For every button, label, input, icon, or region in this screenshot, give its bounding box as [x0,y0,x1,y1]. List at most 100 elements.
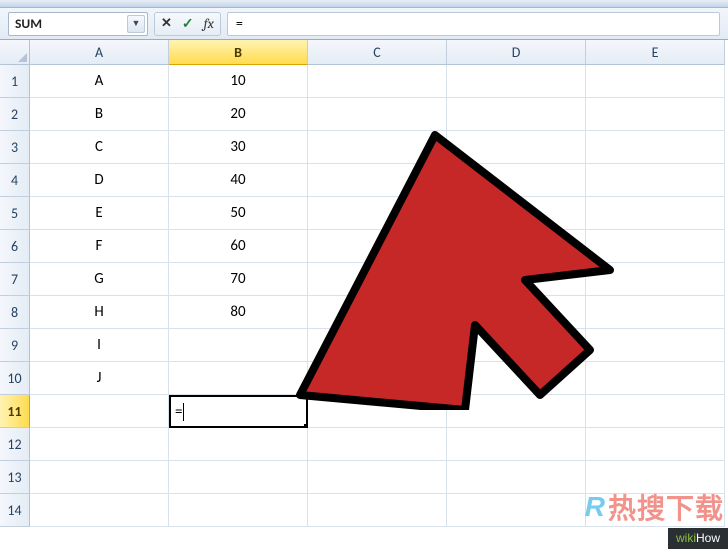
name-box[interactable]: SUM ▼ [8,12,148,36]
col-header-B[interactable]: B [169,40,308,65]
cell-D1[interactable] [447,65,586,98]
row-header-8[interactable]: 8 [0,296,30,329]
cell-D3[interactable] [447,131,586,164]
cell-A3[interactable]: C [30,131,169,164]
cell-B7[interactable]: 70 [169,263,308,296]
cell-B14[interactable] [169,494,308,527]
cell-E3[interactable] [586,131,725,164]
row: 10J [0,362,728,395]
cell-A10[interactable]: J [30,362,169,395]
cell-D14[interactable] [447,494,586,527]
cell-B2[interactable]: 20 [169,98,308,131]
cell-C10[interactable] [308,362,447,395]
cell-C7[interactable] [308,263,447,296]
cell-A14[interactable] [30,494,169,527]
row-header-11[interactable]: 11 [0,395,30,428]
cell-C4[interactable] [308,164,447,197]
row-header-4[interactable]: 4 [0,164,30,197]
cell-E4[interactable] [586,164,725,197]
cell-C8[interactable] [308,296,447,329]
cell-B9[interactable] [169,329,308,362]
cell-D5[interactable] [447,197,586,230]
cell-D6[interactable] [447,230,586,263]
cell-B13[interactable] [169,461,308,494]
row-header-13[interactable]: 13 [0,461,30,494]
cell-C11[interactable] [308,395,447,428]
cell-A13[interactable] [30,461,169,494]
cell-A8[interactable]: H [30,296,169,329]
col-header-A[interactable]: A [30,40,169,65]
row-header-7[interactable]: 7 [0,263,30,296]
cell-D12[interactable] [447,428,586,461]
cell-E11[interactable] [586,395,725,428]
cell-A4[interactable]: D [30,164,169,197]
fx-icon[interactable]: fx [204,17,214,31]
cell-B12[interactable] [169,428,308,461]
row-header-12[interactable]: 12 [0,428,30,461]
row-header-2[interactable]: 2 [0,98,30,131]
cell-A6[interactable]: F [30,230,169,263]
cell-D7[interactable] [447,263,586,296]
select-all-corner[interactable] [0,40,30,65]
cell-E9[interactable] [586,329,725,362]
cell-D4[interactable] [447,164,586,197]
cell-C5[interactable] [308,197,447,230]
cell-B10[interactable] [169,362,308,395]
col-header-C[interactable]: C [308,40,447,65]
cell-B11[interactable]: = [169,395,308,428]
cell-E5[interactable] [586,197,725,230]
cell-E7[interactable] [586,263,725,296]
cell-E2[interactable] [586,98,725,131]
cell-D8[interactable] [447,296,586,329]
cell-B3[interactable]: 30 [169,131,308,164]
row-header-6[interactable]: 6 [0,230,30,263]
name-box-dropdown-icon[interactable]: ▼ [127,15,145,33]
cell-C12[interactable] [308,428,447,461]
cell-C1[interactable] [308,65,447,98]
cell-B6[interactable]: 60 [169,230,308,263]
cell-C14[interactable] [308,494,447,527]
cell-E6[interactable] [586,230,725,263]
cell-value: = [175,403,182,421]
cell-D10[interactable] [447,362,586,395]
cell-B8[interactable]: 80 [169,296,308,329]
cell-E1[interactable] [586,65,725,98]
row-header-14[interactable]: 14 [0,494,30,527]
cell-D13[interactable] [447,461,586,494]
cell-A7[interactable]: G [30,263,169,296]
row-header-5[interactable]: 5 [0,197,30,230]
cell-A9[interactable]: I [30,329,169,362]
row: 9I [0,329,728,362]
col-header-E[interactable]: E [586,40,725,65]
cell-C3[interactable] [308,131,447,164]
cell-A2[interactable]: B [30,98,169,131]
row-header-9[interactable]: 9 [0,329,30,362]
row-header-10[interactable]: 10 [0,362,30,395]
cell-D2[interactable] [447,98,586,131]
cell-E8[interactable] [586,296,725,329]
cell-value: E [95,204,102,222]
cell-B1[interactable]: 10 [169,65,308,98]
accept-formula-icon[interactable]: ✓ [182,17,194,31]
cell-value: D [94,171,103,189]
formula-input[interactable]: = [227,12,720,36]
cell-A1[interactable]: A [30,65,169,98]
cell-C2[interactable] [308,98,447,131]
cell-A11[interactable] [30,395,169,428]
cell-C9[interactable] [308,329,447,362]
cell-E10[interactable] [586,362,725,395]
cancel-formula-icon[interactable]: ✕ [161,17,172,30]
cell-D11[interactable] [447,395,586,428]
cell-C13[interactable] [308,461,447,494]
row: 11 = [0,395,728,428]
cell-C6[interactable] [308,230,447,263]
cell-A12[interactable] [30,428,169,461]
cell-A5[interactable]: E [30,197,169,230]
cell-D9[interactable] [447,329,586,362]
cell-E12[interactable] [586,428,725,461]
cell-B4[interactable]: 40 [169,164,308,197]
row-header-1[interactable]: 1 [0,65,30,98]
col-header-D[interactable]: D [447,40,586,65]
row-header-3[interactable]: 3 [0,131,30,164]
cell-B5[interactable]: 50 [169,197,308,230]
